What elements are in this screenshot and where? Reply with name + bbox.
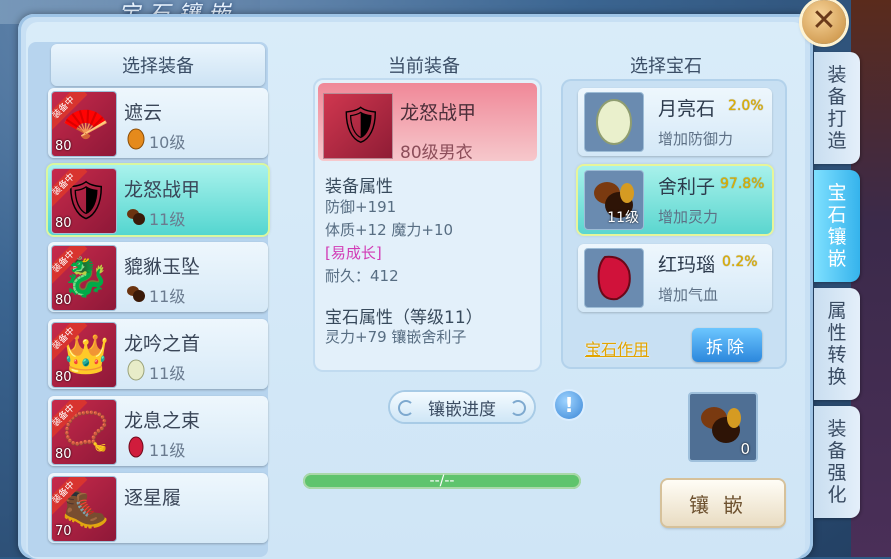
tab-char: 宝 xyxy=(827,182,847,204)
tab-char: 装 xyxy=(827,418,847,440)
tab-equipment-forge[interactable]: 装备打造 xyxy=(814,52,860,164)
equipment-name: 龙怒战甲 xyxy=(400,102,477,124)
tab-char: 镶 xyxy=(827,226,847,248)
item-level: 80 xyxy=(55,139,72,154)
moonstone-icon xyxy=(584,92,644,152)
gem-item[interactable]: 11级 舍利子 97.8% 增加灵力 xyxy=(578,166,772,234)
armor-icon: 🛡 装备中 80 xyxy=(51,168,117,234)
info-icon[interactable]: ! xyxy=(555,391,583,419)
item-level: 80 xyxy=(55,216,72,231)
item-name: 貔貅玉坠 xyxy=(124,256,201,278)
item-level: 80 xyxy=(55,447,72,462)
tab-char: 造 xyxy=(827,130,847,152)
remove-button[interactable]: 拆除 xyxy=(692,328,762,362)
relic-icon: 11级 xyxy=(584,170,644,230)
boots-icon: 🥾 装备中 70 xyxy=(51,476,117,542)
gem-name: 月亮石 xyxy=(658,98,716,120)
helmet-icon: 👑 装备中 80 xyxy=(51,322,117,388)
gem-level: 11级 xyxy=(149,441,186,460)
tab-char: 打 xyxy=(827,108,847,130)
moonstone-gem-icon xyxy=(127,359,145,381)
equipment-durability: 耐久：412 xyxy=(325,267,399,285)
tab-char: 备 xyxy=(827,86,847,108)
equipment-trait: [易成长] xyxy=(325,244,382,262)
equipment-item[interactable]: 🥾 装备中 70 逐星履 xyxy=(48,473,268,543)
relic-gem-icon xyxy=(127,209,145,225)
gem-name: 舍利子 xyxy=(658,176,716,198)
equipment-item[interactable]: 👑 装备中 80 龙吟之首 11级 xyxy=(48,319,268,389)
gem-level: 11级 xyxy=(149,210,186,229)
jade-pendant-icon: 🐉 装备中 80 xyxy=(51,245,117,311)
item-name: 龙吟之首 xyxy=(124,333,201,355)
tab-char: 强 xyxy=(827,462,847,484)
gem-item[interactable]: 红玛瑙 0.2% 增加气血 xyxy=(578,244,772,312)
tab-char: 备 xyxy=(827,440,847,462)
gem-effect-link[interactable]: 宝石作用 xyxy=(585,336,649,360)
slot-count: 0 xyxy=(740,440,750,458)
gem-probability: 0.2% xyxy=(722,254,758,270)
tab-char: 装 xyxy=(827,64,847,86)
gem-probability: 97.8% xyxy=(720,176,765,192)
item-level: 80 xyxy=(55,370,72,385)
gem-name: 红玛瑙 xyxy=(658,254,716,276)
current-equipment-header: 当前装备 xyxy=(388,56,460,77)
inlay-progress-text: --/-- xyxy=(429,473,455,489)
tab-char: 性 xyxy=(827,322,847,344)
equipment-list: 🪭 装备中 80 遮云 10级 🛡 装备中 80 龙怒战甲 11级 🐉 装备中 … xyxy=(48,88,268,550)
equipment-attr: 体质+12 魔力+10 xyxy=(325,221,454,239)
tab-char: 嵌 xyxy=(827,248,847,270)
tab-char: 转 xyxy=(827,344,847,366)
close-button[interactable]: ✕ xyxy=(802,0,846,44)
equipment-attr: 防御+191 xyxy=(325,198,397,216)
item-name: 龙息之束 xyxy=(124,410,201,432)
gem-probability: 2.0% xyxy=(728,98,764,114)
inlay-progress-label: 镶嵌进度 xyxy=(390,392,534,422)
gem-select-header: 选择宝石 xyxy=(630,56,702,77)
gem-level: 11级 xyxy=(149,364,186,383)
equipment-item[interactable]: 🐉 装备中 80 貔貅玉坠 11级 xyxy=(48,242,268,312)
red-agate-gem-icon xyxy=(128,436,144,458)
gem-count: 11级 xyxy=(607,210,639,226)
item-name: 遮云 xyxy=(124,102,163,124)
item-name: 逐星履 xyxy=(124,487,182,509)
tab-attribute-convert[interactable]: 属性转换 xyxy=(814,288,860,400)
gem-description: 增加灵力 xyxy=(658,208,719,226)
gem-level: 10级 xyxy=(149,133,186,152)
belt-icon: 📿 装备中 80 xyxy=(51,399,117,465)
equipment-item[interactable]: 🪭 装备中 80 遮云 10级 xyxy=(48,88,268,158)
item-level: 80 xyxy=(55,293,72,308)
relic-gem-icon xyxy=(127,286,145,302)
gem-item[interactable]: 月亮石 2.0% 增加防御力 xyxy=(578,88,772,156)
tab-char: 属 xyxy=(827,300,847,322)
equipment-item[interactable]: 📿 装备中 80 龙息之束 11级 xyxy=(48,396,268,466)
equipment-header: 选择装备 xyxy=(51,44,265,86)
gem-description: 增加气血 xyxy=(658,286,719,304)
tab-equipment-enhance[interactable]: 装备强化 xyxy=(814,406,860,518)
red-agate-icon xyxy=(584,248,644,308)
tab-gem-inlay[interactable]: 宝石镶嵌 xyxy=(814,170,860,282)
inlay-progress-bar: --/-- xyxy=(303,473,581,489)
tab-char: 换 xyxy=(827,366,847,388)
item-level: 70 xyxy=(55,524,72,539)
gem-description: 增加防御力 xyxy=(658,130,734,148)
gem-attr: 灵力+79 镶嵌舍利子 xyxy=(325,328,467,346)
equipment-attr-title: 装备属性 xyxy=(325,177,393,197)
armor-icon: 🛡 xyxy=(323,93,393,159)
fan-icon: 🪭 装备中 80 xyxy=(51,91,117,157)
gem-attr-title: 宝石属性（等级11） xyxy=(325,308,483,328)
tab-char: 化 xyxy=(827,484,847,506)
tab-char: 石 xyxy=(827,204,847,226)
inlay-button[interactable]: 镶嵌 xyxy=(662,480,784,526)
equipment-item[interactable]: 🛡 装备中 80 龙怒战甲 11级 xyxy=(48,165,268,235)
item-name: 龙怒战甲 xyxy=(124,179,201,201)
amber-gem-icon xyxy=(127,128,145,150)
inlay-slot[interactable]: 0 xyxy=(688,392,758,462)
gem-level: 11级 xyxy=(149,287,186,306)
equipment-subtitle: 80级男衣 xyxy=(400,143,473,163)
